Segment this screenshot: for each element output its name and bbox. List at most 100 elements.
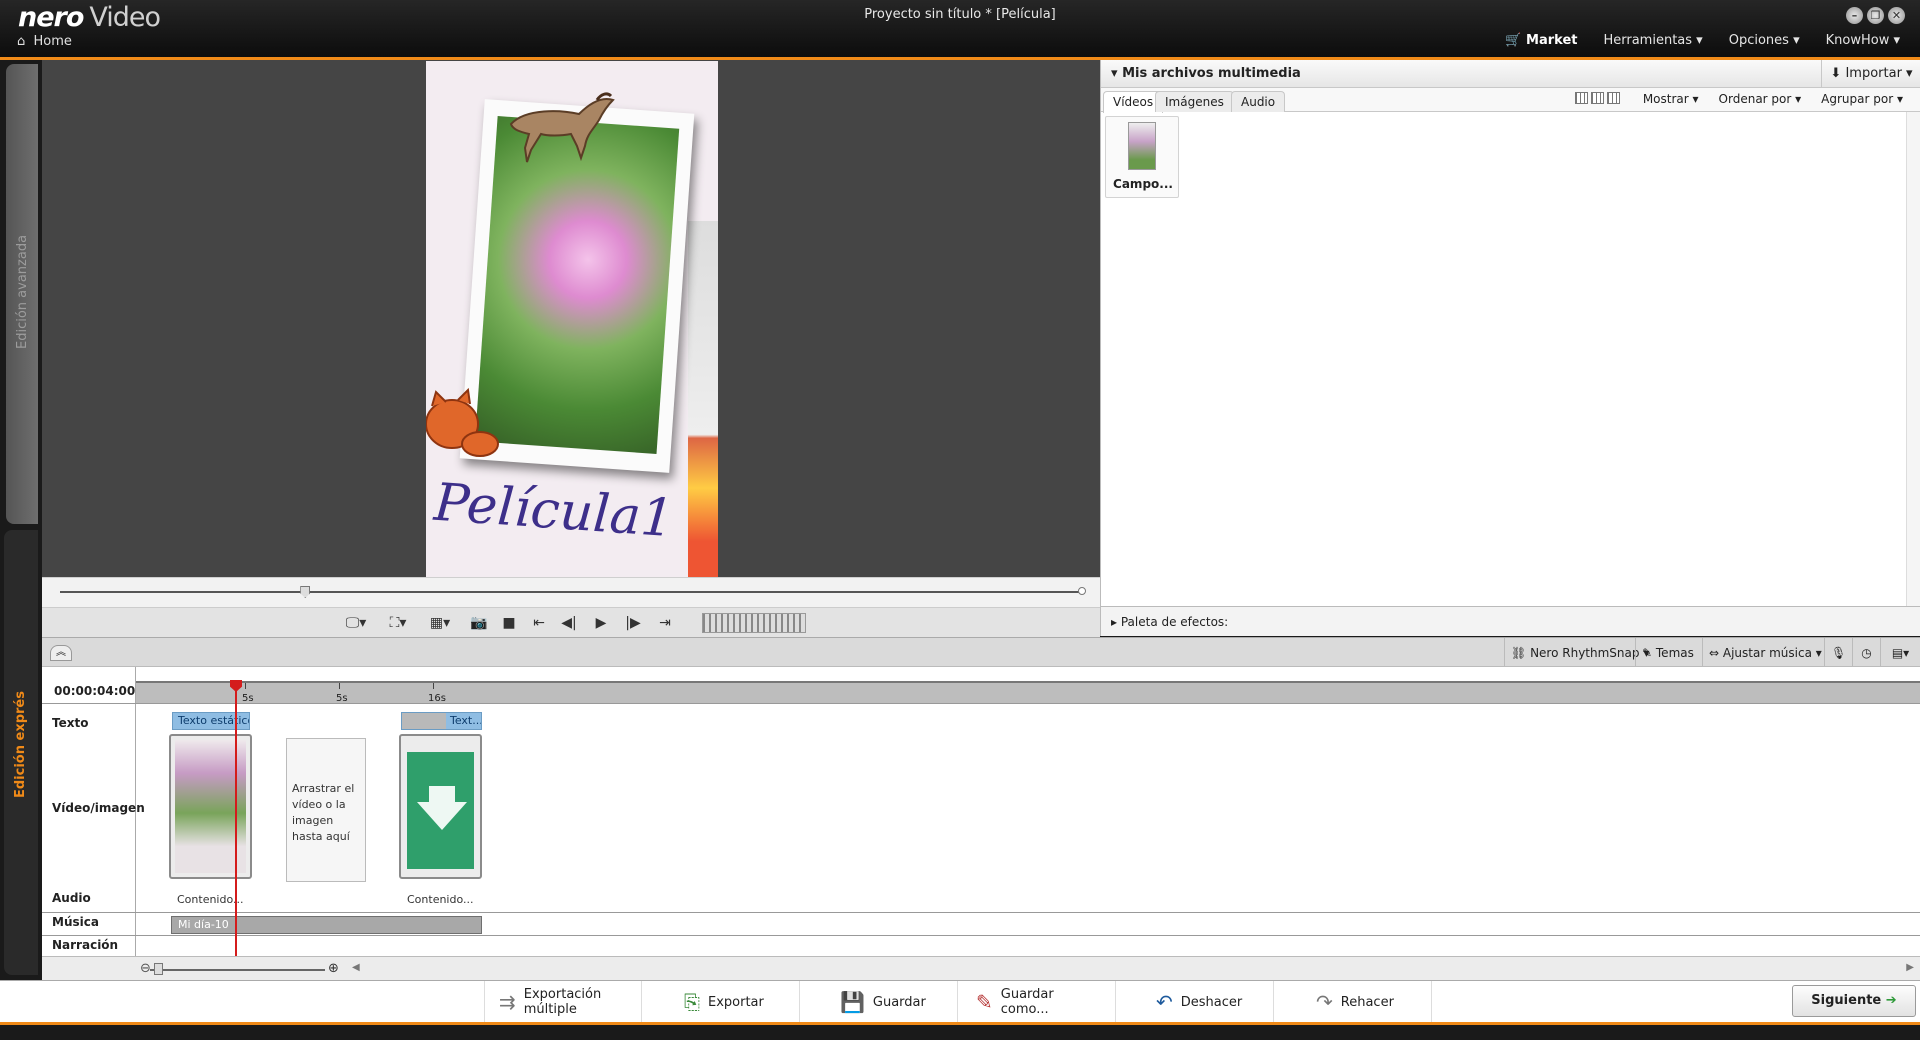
media-item-label: Campo... — [1113, 177, 1173, 191]
accent-line-bottom — [0, 1022, 1920, 1025]
timecode: 00:00:04:00 — [54, 684, 136, 698]
timeline-area: 00:00:04:00 Texto Vídeo/imagen Audio Mús… — [42, 667, 1920, 980]
mark-out-icon[interactable]: ⇥ — [650, 611, 680, 635]
text-clip[interactable]: Texto estático — [172, 712, 250, 730]
seek-thumb[interactable] — [300, 586, 311, 598]
media-item[interactable]: Campo... — [1105, 116, 1179, 198]
app-window: nero Video Proyecto sin título * [Películ… — [0, 0, 1920, 1040]
thumbnail-view-icon[interactable] — [1574, 92, 1588, 104]
scroll-left-icon[interactable]: ◀ — [352, 962, 360, 973]
show-dropdown[interactable]: Mostrar ▾ — [1643, 92, 1699, 107]
track-settings-icon[interactable]: ▤▾ — [1880, 638, 1920, 668]
drop-zone[interactable]: Arrastrar el vídeo o la imagen hasta aqu… — [286, 738, 366, 882]
menu-knowhow[interactable]: KnowHow ▾ — [1826, 33, 1900, 48]
close-icon[interactable]: ✕ — [1888, 7, 1905, 24]
next-frame-icon[interactable]: |▶ — [618, 611, 648, 635]
preview-frame: Película1 — [426, 61, 718, 577]
jog-shuttle[interactable] — [702, 613, 806, 633]
redo-button[interactable]: ↷ Rehacer — [1274, 981, 1432, 1023]
ruler-tick-line — [433, 683, 434, 689]
side-strip — [688, 221, 718, 577]
zoom-slider[interactable] — [150, 969, 325, 971]
stop-icon[interactable]: ■ — [494, 611, 524, 635]
sort-dropdown[interactable]: Ordenar por ▾ — [1719, 92, 1802, 107]
effects-palette[interactable]: ▸ Paleta de efectos: — [1100, 606, 1920, 636]
grid-view-icon[interactable] — [1590, 92, 1604, 104]
media-library-panel: ▾ Mis archivos multimedia ⬇ Importar ▾ V… — [1100, 60, 1920, 606]
maximize-icon[interactable]: ❐ — [1867, 7, 1884, 24]
tab-advanced-editing[interactable]: Edición avanzada — [6, 64, 38, 524]
track-label-text: Texto — [52, 716, 89, 730]
display-mode-icon[interactable]: 🖵▾ — [338, 611, 374, 635]
view-mode-icons[interactable] — [1574, 92, 1623, 107]
text-clip[interactable]: Text... — [401, 712, 482, 730]
ruler-tick-line — [245, 683, 246, 689]
group-dropdown[interactable]: Agrupar por ▾ — [1821, 92, 1903, 107]
save-icon: 💾 — [840, 990, 865, 1014]
export-button[interactable]: ⎘ Exportar — [642, 981, 800, 1023]
timer-icon[interactable]: ◷ — [1852, 638, 1880, 668]
list-view-icon[interactable] — [1606, 92, 1620, 104]
track-label-video: Vídeo/imagen — [52, 801, 145, 815]
undo-button[interactable]: ↶ Deshacer — [1116, 981, 1274, 1023]
track-label-narration: Narración — [52, 938, 119, 952]
next-arrow-icon: ➔ — [1885, 993, 1897, 1008]
scroll-right-icon[interactable]: ▶ — [1906, 962, 1914, 973]
playhead[interactable] — [235, 681, 237, 957]
next-button[interactable]: Siguiente ➔ — [1792, 985, 1916, 1017]
fullscreen-icon[interactable]: ⛶▾ — [380, 611, 416, 635]
save-as-button[interactable]: ✎ Guardar como... — [958, 981, 1116, 1023]
basket-icon: 🛒 — [1505, 33, 1522, 48]
media-panel-title[interactable]: ▾ Mis archivos multimedia — [1111, 66, 1301, 81]
import-button[interactable]: ⬇ Importar ▾ — [1821, 60, 1920, 88]
previous-frame-icon[interactable]: ◀| — [554, 611, 584, 635]
microphone-icon[interactable]: 🎙 — [1824, 638, 1852, 668]
clip-label: Contenido... — [407, 893, 474, 906]
media-scrollbar[interactable] — [1906, 112, 1920, 606]
fit-music-button[interactable]: ⇔ Ajustar música ▾ — [1702, 638, 1828, 668]
clip-label: Contenido... — [177, 893, 244, 906]
preview-title-overlay: Película1 — [432, 472, 676, 550]
playback-controls: 🖵▾ ⛶▾ ▦▾ 📷 ■ ⇤ ◀| ▶ |▶ ⇥ — [42, 607, 1100, 637]
tab-express-editing[interactable]: Edición exprés — [4, 530, 38, 975]
video-clip[interactable] — [169, 734, 252, 879]
media-thumbnail — [1128, 122, 1156, 170]
collapse-icon[interactable]: ︽ — [50, 645, 72, 661]
multi-export-icon: ⇉ — [499, 990, 516, 1014]
save-button[interactable]: 💾 Guardar — [800, 981, 958, 1023]
menu-herramientas[interactable]: Herramientas ▾ — [1603, 33, 1702, 48]
import-icon: ⬇ — [1830, 66, 1842, 81]
undo-icon: ↶ — [1156, 990, 1173, 1014]
video-preview: Película1 — [42, 60, 1100, 577]
zoom-in-icon[interactable]: ⊕ — [328, 961, 339, 976]
play-icon[interactable]: ▶ — [586, 611, 616, 635]
market-button[interactable]: 🛒 Market — [1505, 33, 1577, 48]
multi-export-button[interactable]: ⇉ Exportación múltiple — [484, 981, 642, 1023]
title-bar: nero Video Proyecto sin título * [Películ… — [0, 0, 1920, 58]
track-label-music: Música — [52, 915, 99, 929]
media-header: ▾ Mis archivos multimedia ⬇ Importar ▾ — [1101, 60, 1920, 88]
rhythmsnap-button[interactable]: ⛓ Nero RhythmSnap ▾ — [1504, 638, 1655, 668]
mark-in-icon[interactable]: ⇤ — [524, 611, 554, 635]
seek-end-marker — [1078, 587, 1086, 595]
music-clip[interactable]: Mi día-10 — [171, 916, 482, 934]
redo-icon: ↷ — [1316, 990, 1333, 1014]
ruler-tick-line — [339, 683, 340, 689]
zoom-thumb[interactable] — [154, 963, 163, 975]
snapshot-icon[interactable]: 📷 — [464, 611, 494, 635]
aspect-ratio-icon[interactable]: ▦▾ — [422, 611, 458, 635]
cat-sticker — [426, 387, 499, 457]
seek-track[interactable] — [60, 591, 1082, 593]
track-divider — [42, 935, 1920, 936]
export-icon: ⎘ — [684, 990, 700, 1014]
video-clip[interactable] — [399, 734, 482, 879]
home-button[interactable]: ⌂ Home — [17, 34, 72, 49]
menu-opciones[interactable]: Opciones ▾ — [1729, 33, 1800, 48]
minimize-icon[interactable]: – — [1846, 7, 1863, 24]
tab-images[interactable]: Imágenes — [1155, 91, 1234, 112]
time-ruler[interactable]: 5s 5s 16s — [136, 681, 1920, 704]
tab-audio[interactable]: Audio — [1231, 91, 1286, 112]
track-header-column: 00:00:04:00 Texto Vídeo/imagen Audio Mús… — [42, 667, 145, 980]
themes-button[interactable]: ✎ Temas — [1635, 638, 1700, 668]
seek-bar[interactable] — [42, 577, 1100, 607]
